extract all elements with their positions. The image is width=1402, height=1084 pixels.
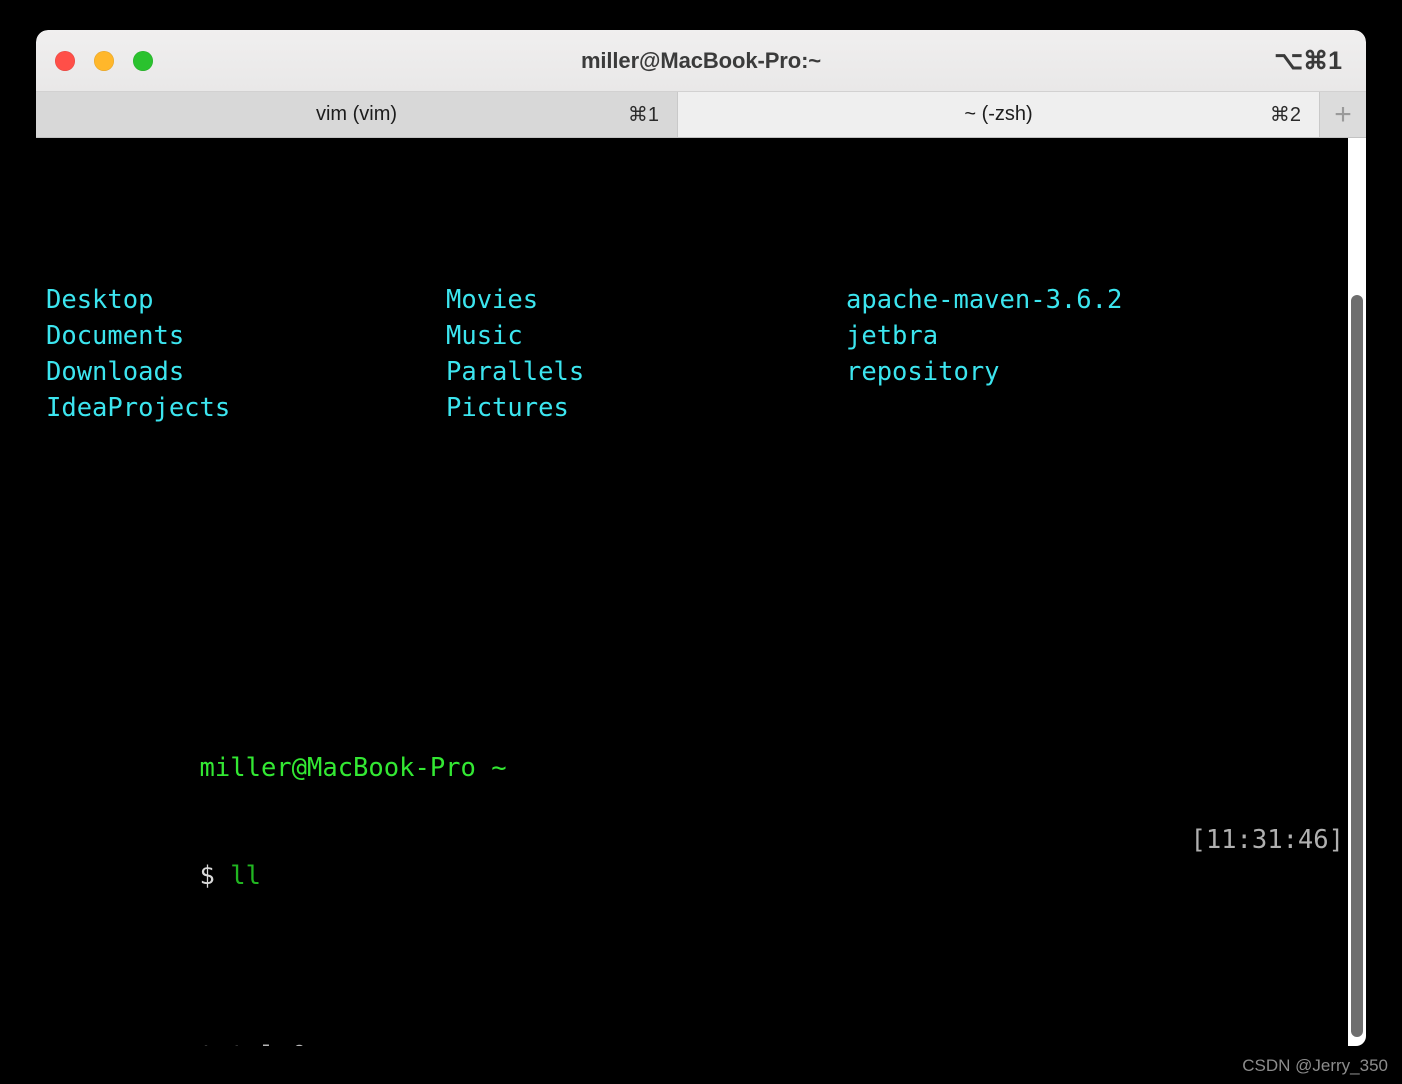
tab-vim-shortcut: ⌘1	[627, 104, 659, 126]
title-bar[interactable]: miller@MacBook-Pro:~ ⌥⌘1	[36, 30, 1366, 92]
timestamp-1: [11:31:46]	[1190, 825, 1344, 855]
tab-zsh-label: ~ (-zsh)	[964, 103, 1033, 125]
terminal-window: miller@MacBook-Pro:~ ⌥⌘1 vim (vim) ⌘1 ~ …	[36, 30, 1366, 1046]
ls-column-1: Desktop Documents Downloads IdeaProjects	[46, 285, 231, 423]
window-title: miller@MacBook-Pro:~	[580, 47, 822, 73]
tab-zsh-shortcut: ⌘2	[1269, 104, 1301, 126]
traffic-light-group	[55, 50, 153, 71]
prompt-1-userhost: miller@MacBook-Pro ~	[199, 753, 507, 783]
command-line-1: $ ll [11:31:46]	[36, 822, 1366, 891]
close-button[interactable]	[55, 50, 75, 71]
tab-vim[interactable]: vim (vim) ⌘1	[36, 92, 678, 137]
tab-zsh[interactable]: ~ (-zsh) ⌘2	[678, 92, 1320, 137]
scrollbar-track[interactable]	[1348, 138, 1366, 1046]
ls-column-3: apache-maven-3.6.2 jetbra repository	[846, 285, 1123, 387]
watermark: CSDN @Jerry_350	[1242, 1056, 1388, 1075]
prompt-line-1: miller@MacBook-Pro ~	[36, 714, 1366, 783]
tab-bar: vim (vim) ⌘1 ~ (-zsh) ⌘2 +	[36, 92, 1366, 138]
scrollbar-thumb[interactable]	[1351, 295, 1363, 1037]
total-line: total 0	[36, 1002, 1366, 1046]
ls-column-2: Movies Music Parallels Pictures	[446, 285, 585, 423]
ls-columns-block: Desktop Documents Downloads IdeaProjects…	[36, 282, 1366, 426]
desktop-background: miller@MacBook-Pro:~ ⌥⌘1 vim (vim) ⌘1 ~ …	[0, 0, 1402, 1084]
window-shortcut-hint: ⌥⌘1	[1274, 46, 1342, 75]
prompt-1-sigil: $	[199, 861, 231, 891]
maximize-button[interactable]	[133, 50, 153, 71]
new-tab-button[interactable]: +	[1320, 92, 1366, 137]
tab-vim-label: vim (vim)	[315, 103, 398, 125]
command-ll: ll	[230, 861, 261, 891]
terminal-output-area[interactable]: Desktop Documents Downloads IdeaProjects…	[36, 138, 1366, 1046]
minimize-button[interactable]	[94, 50, 114, 71]
terminal-text: Desktop Documents Downloads IdeaProjects…	[36, 138, 1366, 1046]
